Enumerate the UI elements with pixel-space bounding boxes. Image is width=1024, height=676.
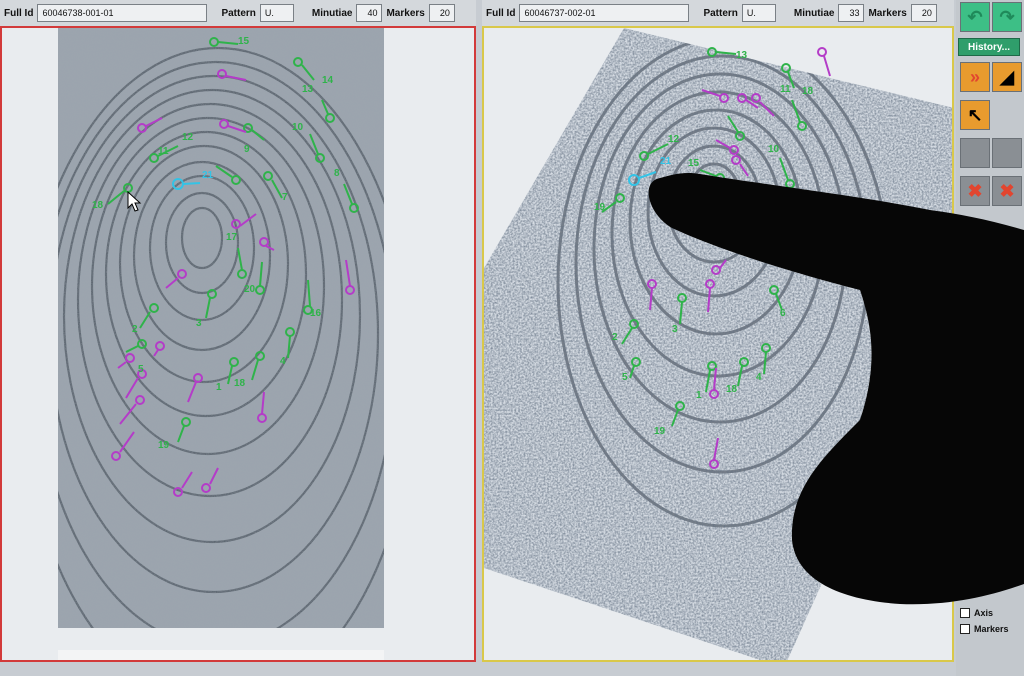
left-marker-label: 20 — [244, 284, 256, 295]
right-marker-label: 13 — [736, 50, 748, 61]
right-marker-label: 15 — [688, 158, 700, 169]
right-pattern-field[interactable]: U. — [741, 4, 776, 22]
left-marker-label: 1 — [216, 382, 222, 393]
right-header: Full Id 60046737-002-01 Pattern U. Minut… — [482, 0, 954, 27]
history-button[interactable]: History... — [958, 38, 1020, 56]
right-marker-label: 2 — [612, 332, 618, 343]
left-marker-label: 19 — [158, 440, 170, 451]
axis-checkbox-label: Axis — [974, 608, 994, 618]
pointer-arrow-icon[interactable]: ↖ — [960, 100, 990, 130]
left-marker-label: 15 — [238, 36, 250, 47]
right-marker-label: 18 — [802, 86, 814, 97]
right-minutiae-label: Minutiae — [793, 7, 835, 19]
left-marker-label: 9 — [244, 144, 250, 155]
right-marker-label: 3 — [672, 324, 678, 335]
right-marker-label: 4 — [756, 372, 762, 383]
mouse-cursor-icon — [127, 190, 142, 212]
delete-mark-icon[interactable]: ✖ — [992, 176, 1022, 206]
mark-tool-icon[interactable]: ✖ — [960, 176, 990, 206]
left-marker-label: 14 — [322, 75, 334, 86]
left-full-id-field[interactable]: 60046738-001-01 — [37, 4, 208, 22]
left-marker-label: 4 — [280, 356, 286, 367]
left-pattern-field[interactable]: U. — [259, 4, 294, 22]
left-header: Full Id 60046738-001-01 Pattern U. Minut… — [0, 0, 476, 27]
left-minutiae-overlay[interactable]: 15 14 13 12 11 10 9 8 7 18 17 20 16 2 3 … — [2, 28, 474, 660]
left-marker-label: 11 — [158, 146, 169, 157]
right-markers-label: Markers — [868, 7, 907, 19]
right-marker-label: 6 — [780, 308, 786, 319]
flip-right-icon[interactable]: ◢ — [992, 62, 1022, 92]
left-marker-label: 2 — [132, 324, 138, 335]
right-marker-label: 19 — [654, 426, 666, 437]
left-marker-label: 17 — [226, 232, 238, 243]
left-marker-label: 8 — [334, 168, 340, 179]
redo-icon[interactable]: ↷ — [992, 2, 1022, 32]
undo-icon[interactable]: ↶ — [960, 2, 990, 32]
right-marker-label: 19 — [594, 202, 606, 213]
left-marker-label: 7 — [282, 192, 288, 203]
left-marker-label: 12 — [182, 132, 194, 143]
left-marker-label: 13 — [302, 84, 314, 95]
right-marker-label: 1 — [696, 390, 702, 401]
left-markers-field[interactable]: 20 — [428, 4, 455, 22]
left-marker-label: 3 — [196, 318, 202, 329]
right-marker-label: 11 — [780, 84, 791, 95]
axis-checkbox[interactable]: Axis — [960, 608, 993, 618]
left-minutiae-field[interactable]: 40 — [356, 4, 383, 22]
left-markers-label: Markers — [386, 7, 425, 19]
right-marker-label: 12 — [668, 134, 680, 145]
left-full-id-label: Full Id — [4, 7, 34, 19]
markers-checkbox-label: Markers — [974, 624, 1009, 634]
ridge-compare-icon[interactable] — [992, 138, 1022, 168]
right-marker-label: 5 — [622, 372, 628, 383]
right-marker-label-selected: 21 — [660, 156, 672, 167]
right-fingerprint-panel[interactable]: 13 11 18 12 15 10 19 2 3 6 5 1 18 4 19 2… — [482, 26, 954, 662]
right-minutiae-field[interactable]: 33 — [838, 4, 865, 22]
right-marker-label: 18 — [726, 384, 738, 395]
right-pattern-label: Pattern — [703, 7, 738, 19]
left-marker-label-selected: 21 — [202, 170, 214, 181]
left-fingerprint-panel[interactable]: 15 14 13 12 11 10 9 8 7 18 17 20 16 2 3 … — [0, 26, 476, 662]
ridge-tool-icon[interactable] — [960, 138, 990, 168]
left-marker-label: 18 — [92, 200, 104, 211]
left-marker-label: 18 — [234, 378, 246, 389]
right-minutiae-overlay[interactable]: 13 11 18 12 15 10 19 2 3 6 5 1 18 4 19 2… — [484, 28, 952, 660]
right-full-id-label: Full Id — [486, 7, 516, 19]
fingerprint-comparison-screen: Full Id 60046738-001-01 Pattern U. Minut… — [0, 0, 1024, 676]
fast-forward-icon[interactable]: » — [960, 62, 990, 92]
markers-checkbox[interactable]: Markers — [960, 624, 1009, 634]
left-marker-label: 10 — [292, 122, 304, 133]
right-marker-label: 10 — [768, 144, 780, 155]
left-scale-ruler — [58, 650, 384, 660]
tool-sidebar: ↶ ↷ History... » ◢ ↖ ✖ ✖ Axis Markers — [956, 0, 1024, 676]
right-full-id-field[interactable]: 60046737-002-01 — [519, 4, 690, 22]
right-markers-field[interactable]: 20 — [910, 4, 937, 22]
left-pattern-label: Pattern — [221, 7, 256, 19]
left-marker-label: 16 — [310, 308, 322, 319]
left-minutiae-label: Minutiae — [311, 7, 353, 19]
left-marker-label: 5 — [138, 364, 144, 375]
